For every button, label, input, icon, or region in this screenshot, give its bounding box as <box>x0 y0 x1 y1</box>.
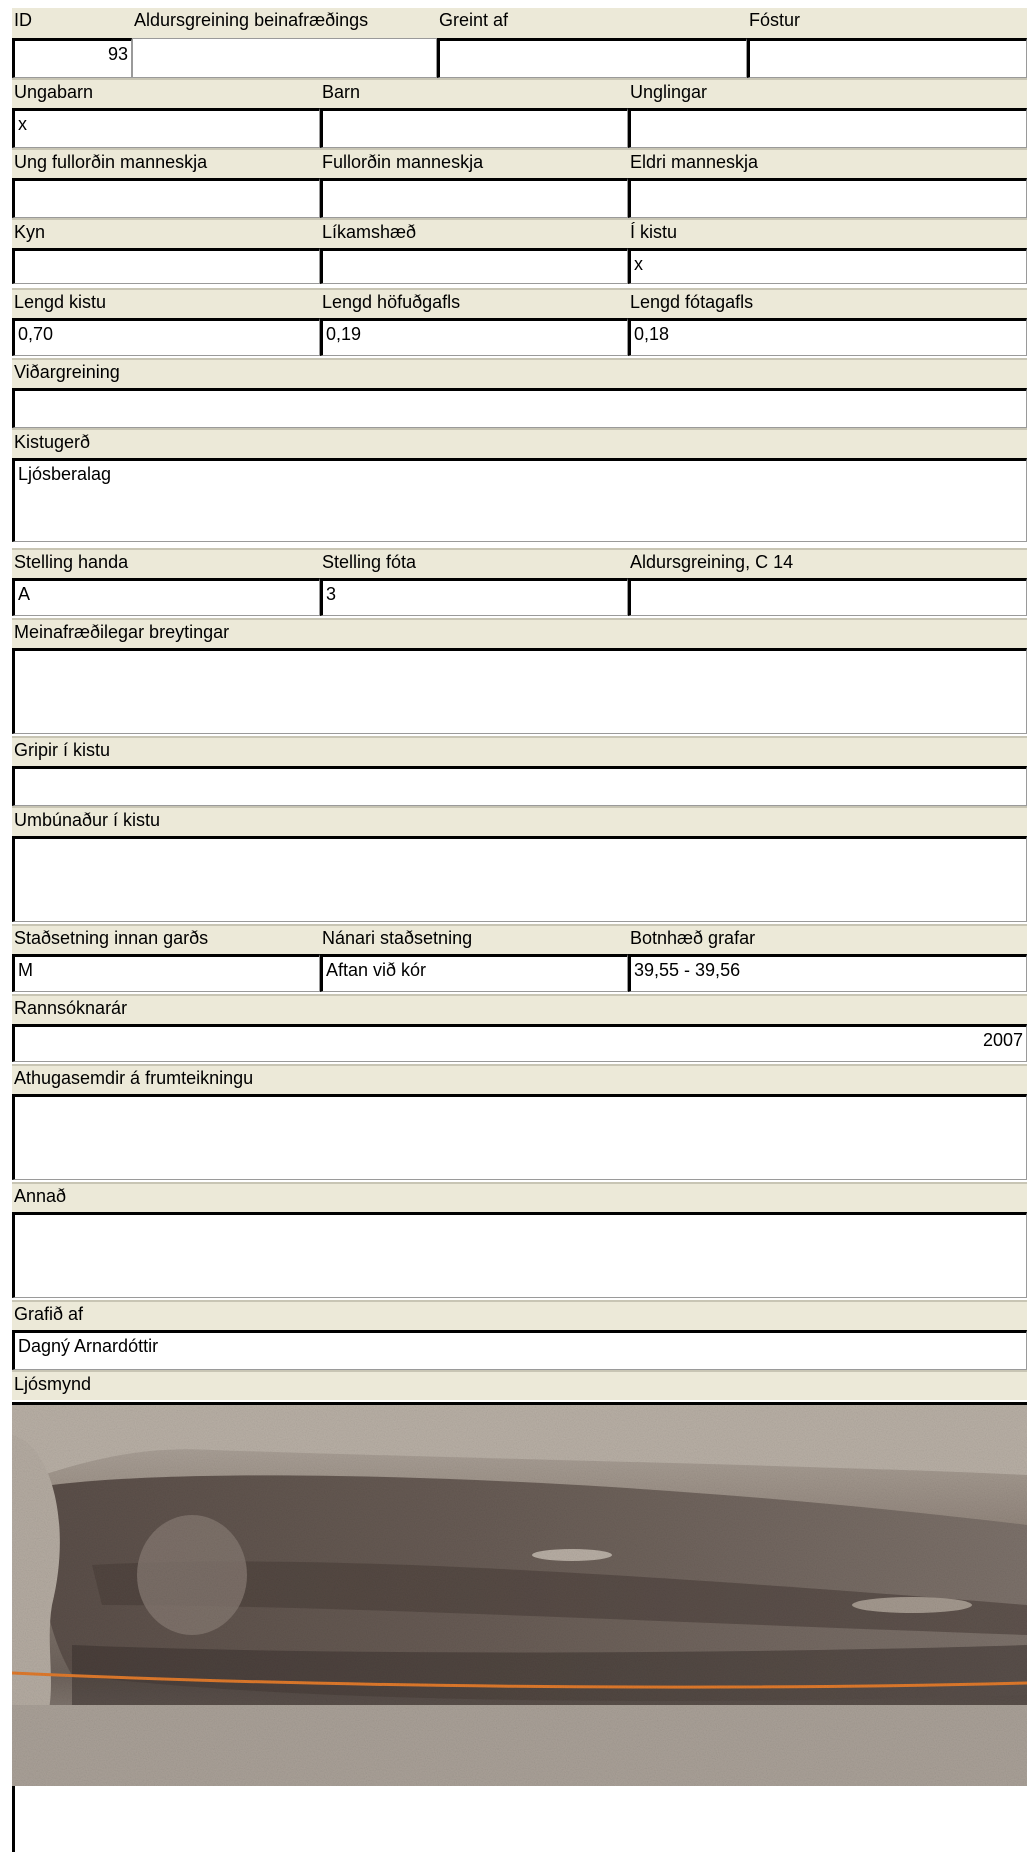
label-kistugerd: Kistugerð <box>12 428 1027 458</box>
grave-record-form: ID Aldursgreining beinafræðings Greint a… <box>0 0 1027 1852</box>
field-likamshaed[interactable] <box>320 248 628 284</box>
label-kyn: Kyn <box>12 218 320 248</box>
field-athugasemdir[interactable] <box>12 1094 1027 1180</box>
field-lengd-hofudgafls[interactable]: 0,19 <box>320 318 628 356</box>
field-fullordin[interactable] <box>320 178 628 218</box>
label-rannsoknarar: Rannsóknarár <box>12 994 1027 1024</box>
label-greint-af: Greint af <box>437 8 747 38</box>
label-eldri: Eldri manneskja <box>628 148 1027 178</box>
label-vidargreining: Viðargreining <box>12 358 1027 388</box>
label-grafid-af: Grafið af <box>12 1300 1027 1330</box>
label-lengd-kistu: Lengd kistu <box>12 288 320 318</box>
label-lengd-fotagafls: Lengd fótagafls <box>628 288 1027 318</box>
label-botnhaed: Botnhæð grafar <box>628 924 1027 954</box>
label-c14: Aldursgreining, C 14 <box>628 548 1027 578</box>
field-barn[interactable] <box>320 108 628 148</box>
label-fullordin: Fullorðin manneskja <box>320 148 628 178</box>
label-barn: Barn <box>320 78 628 108</box>
field-i-kistu[interactable]: x <box>628 248 1027 284</box>
excavation-photo <box>12 1402 1027 1789</box>
label-ungabarn: Ungabarn <box>12 78 320 108</box>
field-stadsetning-innan[interactable]: M <box>12 954 320 992</box>
label-likamshaed: Líkamshæð <box>320 218 628 248</box>
field-stelling-fota[interactable]: 3 <box>320 578 628 616</box>
label-umbunadur: Umbúnaður í kistu <box>12 806 1027 836</box>
field-kyn[interactable] <box>12 248 320 284</box>
field-nanari[interactable]: Aftan við kór <box>320 954 628 992</box>
field-stelling-handa[interactable]: A <box>12 578 320 616</box>
excavation-photo-graphic <box>12 1405 1027 1789</box>
field-greint-af[interactable] <box>437 38 747 78</box>
field-id[interactable]: 93 <box>12 38 132 78</box>
label-nanari: Nánari staðsetning <box>320 924 628 954</box>
label-i-kistu: Í kistu <box>628 218 1027 248</box>
label-stelling-handa: Stelling handa <box>12 548 320 578</box>
label-annad: Annað <box>12 1182 1027 1212</box>
field-meinafraedilegar[interactable] <box>12 648 1027 734</box>
label-aldursgreining-beinafraedings: Aldursgreining beinafræðings <box>132 8 437 38</box>
field-grafid-af[interactable]: Dagný Arnardóttir <box>12 1330 1027 1370</box>
label-stadsetning-innan: Staðsetning innan garðs <box>12 924 320 954</box>
label-id: ID <box>12 8 132 38</box>
field-annad[interactable] <box>12 1212 1027 1298</box>
field-c14[interactable] <box>628 578 1027 616</box>
field-lengd-kistu[interactable]: 0,70 <box>12 318 320 356</box>
label-ljosmynd: Ljósmynd <box>12 1370 1027 1400</box>
field-fostur[interactable] <box>747 38 1027 78</box>
field-rannsoknarar[interactable]: 2007 <box>12 1024 1027 1062</box>
label-fostur: Fóstur <box>747 8 1027 38</box>
field-umbunadur[interactable] <box>12 836 1027 922</box>
field-gripir[interactable] <box>12 766 1027 806</box>
label-unglingar: Unglingar <box>628 78 1027 108</box>
label-ung-fullordin: Ung fullorðin manneskja <box>12 148 320 178</box>
field-lengd-fotagafls[interactable]: 0,18 <box>628 318 1027 356</box>
field-eldri[interactable] <box>628 178 1027 218</box>
label-athugasemdir: Athugasemdir á frumteikningu <box>12 1064 1027 1094</box>
field-ung-fullordin[interactable] <box>12 178 320 218</box>
label-stelling-fota: Stelling fóta <box>320 548 628 578</box>
field-unglingar[interactable] <box>628 108 1027 148</box>
label-gripir: Gripir í kistu <box>12 736 1027 766</box>
label-meinafraedilegar: Meinafræðilegar breytingar <box>12 618 1027 648</box>
field-botnhaed[interactable]: 39,55 - 39,56 <box>628 954 1027 992</box>
photo-frame-bottom <box>12 1786 1027 1852</box>
label-lengd-hofudgafls: Lengd höfuðgafls <box>320 288 628 318</box>
field-aldursgreining-beinafraedings[interactable] <box>132 38 437 78</box>
field-vidargreining[interactable] <box>12 388 1027 428</box>
field-ungabarn[interactable]: x <box>12 108 320 148</box>
field-kistugerd[interactable]: Ljósberalag <box>12 458 1027 542</box>
